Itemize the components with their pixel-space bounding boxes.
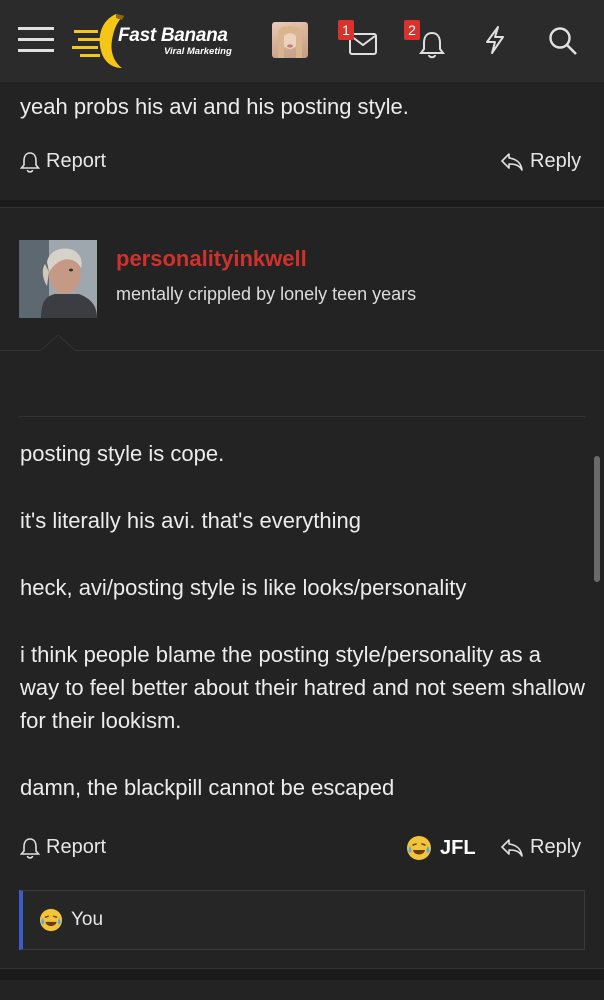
site-logo[interactable]: Fast Banana Viral Marketing bbox=[72, 10, 242, 72]
bell-icon bbox=[20, 837, 40, 859]
reply-label: Reply bbox=[530, 836, 582, 858]
reply-icon bbox=[501, 152, 523, 171]
reaction-button[interactable]: JFL bbox=[406, 835, 476, 861]
top-navigation-bar: Fast Banana Viral Marketing 1 2 bbox=[0, 0, 604, 82]
divider bbox=[19, 416, 585, 417]
post-paragraph: posting style is cope. bbox=[20, 441, 225, 466]
bell-icon[interactable]: 2 bbox=[404, 20, 446, 60]
bolt-icon[interactable] bbox=[478, 22, 512, 58]
menu-icon[interactable] bbox=[16, 22, 56, 58]
divider bbox=[0, 350, 604, 351]
inbox-icon[interactable]: 1 bbox=[338, 20, 378, 58]
post-author-username[interactable]: personalityinkwell bbox=[116, 246, 307, 272]
user-avatar[interactable] bbox=[272, 22, 308, 58]
post-paragraph: heck, avi/posting style is like looks/pe… bbox=[20, 575, 467, 600]
inbox-badge: 1 bbox=[338, 20, 354, 40]
report-label: Report bbox=[46, 836, 107, 858]
alerts-badge: 2 bbox=[404, 20, 420, 40]
post-paragraph: i think people blame the posting style/p… bbox=[20, 642, 586, 733]
search-icon[interactable] bbox=[544, 22, 582, 60]
reply-label: Reply bbox=[530, 150, 582, 172]
logo-subtitle: Viral Marketing bbox=[164, 46, 232, 57]
reaction-label: JFL bbox=[440, 836, 476, 859]
divider bbox=[0, 207, 604, 208]
post-author-avatar[interactable] bbox=[19, 240, 97, 318]
divider bbox=[0, 968, 604, 969]
post-separator bbox=[0, 968, 604, 980]
previous-post-text: yeah probs his avi and his posting style… bbox=[20, 94, 409, 119]
reactions-summary-bar[interactable]: You bbox=[19, 890, 585, 950]
laughing-crying-emoji-icon bbox=[407, 836, 431, 860]
message-pointer-arrow bbox=[40, 335, 76, 351]
scrollbar-thumb[interactable] bbox=[594, 456, 600, 582]
previous-post-reply-button[interactable]: Reply bbox=[500, 150, 581, 173]
bell-icon bbox=[20, 151, 40, 173]
reactions-summary-text: You bbox=[71, 909, 104, 930]
reply-button[interactable]: Reply bbox=[500, 836, 581, 859]
reply-icon bbox=[501, 838, 523, 857]
post-paragraph: damn, the blackpill cannot be escaped bbox=[20, 775, 395, 800]
previous-post-report-button[interactable]: Report bbox=[20, 150, 106, 173]
post-paragraph: it's literally his avi. that's everythin… bbox=[20, 508, 361, 533]
post-body: posting style is cope. it's literally hi… bbox=[20, 437, 586, 804]
report-label: Report bbox=[46, 150, 107, 172]
laughing-crying-emoji-icon bbox=[39, 908, 63, 932]
report-button[interactable]: Report bbox=[20, 836, 106, 859]
post-author-title: mentally crippled by lonely teen years bbox=[116, 284, 417, 304]
logo-title: Fast Banana bbox=[118, 25, 228, 46]
